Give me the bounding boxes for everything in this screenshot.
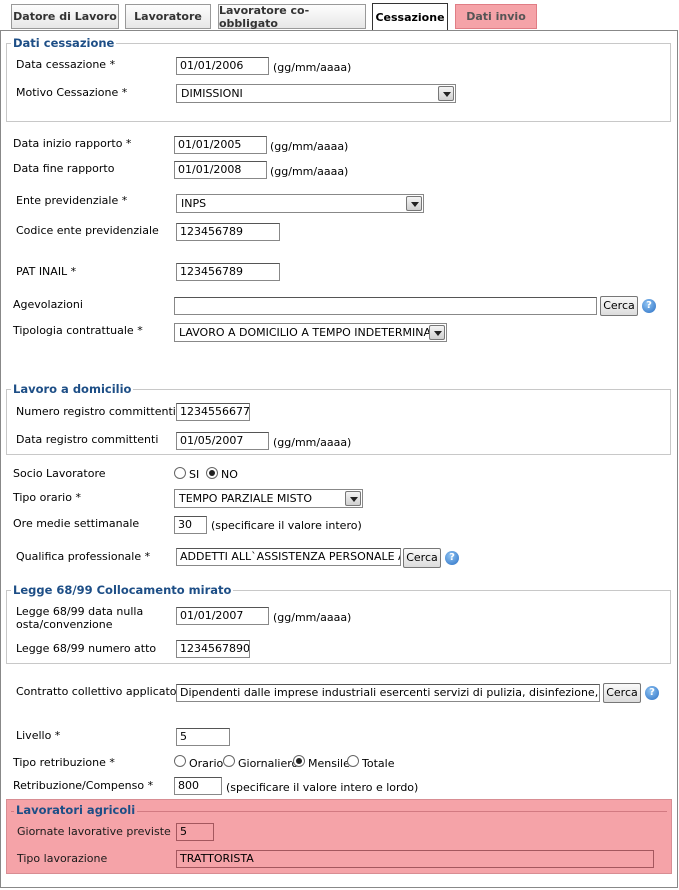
label-data-cessazione: Data cessazione * bbox=[16, 58, 116, 71]
legge-data-field[interactable]: 01/01/2007 bbox=[176, 607, 269, 625]
legge-numero-field[interactable]: 1234567890 bbox=[176, 640, 250, 658]
label-data-registro: Data registro committenti bbox=[16, 433, 159, 446]
label-data-inizio-rapporto: Data inizio rapporto * bbox=[13, 137, 132, 150]
label-tipologia-contrattuale: Tipologia contrattuale * bbox=[13, 324, 143, 337]
label-retribuzione-mensile: Mensile bbox=[308, 757, 350, 770]
label-livello: Livello * bbox=[16, 729, 61, 742]
hint-data-inizio: (gg/mm/aaaa) bbox=[270, 140, 349, 153]
ente-previdenziale-value: INPS bbox=[181, 197, 207, 210]
label-legge-numero: Legge 68/99 numero atto bbox=[16, 642, 157, 655]
label-contratto-collettivo: Contratto collettivo applicato * bbox=[16, 685, 186, 698]
codice-ente-field[interactable]: 123456789 bbox=[176, 223, 280, 241]
motivo-cessazione-value: DIMISSIONI bbox=[181, 87, 243, 100]
legend-dati-cessazione: Dati cessazione bbox=[11, 36, 117, 50]
help-icon[interactable]: ? bbox=[645, 686, 659, 700]
motivo-cessazione-select[interactable]: DIMISSIONI bbox=[176, 84, 456, 103]
tipo-lavorazione-field[interactable]: TRATTORISTA bbox=[176, 850, 654, 868]
label-retribuzione-totale: Totale bbox=[362, 757, 395, 770]
radio-socio-si[interactable] bbox=[174, 467, 186, 479]
data-inizio-rapporto-field[interactable]: 01/01/2005 bbox=[174, 136, 267, 154]
agevolazioni-field[interactable] bbox=[174, 297, 597, 315]
radio-retribuzione-orario[interactable] bbox=[174, 755, 186, 767]
label-socio-si: SI bbox=[189, 468, 200, 481]
livello-field[interactable]: 5 bbox=[176, 728, 230, 746]
legend-lavoratori-agricoli: Lavoratori agricoli bbox=[14, 803, 138, 817]
numero-registro-field[interactable]: 1234556677 bbox=[176, 403, 250, 421]
tab-datore-di-lavoro[interactable]: Datore di Lavoro bbox=[11, 4, 119, 29]
label-ore-medie: Ore medie settimanale bbox=[13, 517, 140, 530]
label-retribuzione-orario: Orario bbox=[189, 757, 224, 770]
data-fine-rapporto-field[interactable]: 01/01/2008 bbox=[174, 161, 267, 179]
label-data-fine-rapporto: Data fine rapporto bbox=[13, 162, 115, 175]
legend-legge-68-99: Legge 68/99 Collocamento mirato bbox=[11, 583, 234, 597]
label-numero-registro: Numero registro committenti bbox=[16, 405, 176, 418]
label-ente-previdenziale: Ente previdenziale * bbox=[16, 194, 128, 207]
label-legge-data-1: Legge 68/99 data nulla bbox=[16, 605, 144, 618]
cerca-contratto-button[interactable]: Cerca bbox=[603, 683, 641, 703]
label-retribuzione-giornaliero: Giornaliero bbox=[238, 757, 299, 770]
tab-lavoratore[interactable]: Lavoratore bbox=[125, 4, 211, 29]
tipo-orario-value: TEMPO PARZIALE MISTO bbox=[179, 492, 313, 505]
radio-socio-no[interactable] bbox=[206, 467, 218, 479]
contratto-collettivo-field[interactable]: Dipendenti dalle imprese industriali ese… bbox=[176, 684, 600, 702]
legend-lavoro-domicilio: Lavoro a domicilio bbox=[11, 382, 134, 396]
chevron-down-icon bbox=[429, 325, 445, 340]
hint-data-cessazione: (gg/mm/aaaa) bbox=[273, 61, 352, 74]
hint-legge-data: (gg/mm/aaaa) bbox=[273, 611, 352, 624]
label-motivo-cessazione: Motivo Cessazione * bbox=[16, 86, 128, 99]
tab-cessazione[interactable]: Cessazione bbox=[372, 3, 448, 31]
label-socio-lavoratore: Socio Lavoratore bbox=[13, 467, 106, 480]
retribuzione-compenso-field[interactable]: 800 bbox=[174, 777, 222, 795]
label-tipo-retribuzione: Tipo retribuzione * bbox=[13, 756, 115, 769]
fieldset-dati-cessazione bbox=[6, 43, 671, 122]
cerca-qualifica-button[interactable]: Cerca bbox=[403, 548, 441, 568]
tipologia-contrattuale-value: LAVORO A DOMICILIO A TEMPO INDETERMINATO bbox=[179, 326, 446, 339]
qualifica-professionale-field[interactable]: ADDETTI ALL`ASSISTENZA PERSONALE A DC bbox=[176, 548, 401, 566]
label-qualifica-professionale: Qualifica professionale * bbox=[16, 550, 151, 563]
hint-data-fine: (gg/mm/aaaa) bbox=[270, 165, 349, 178]
data-cessazione-field[interactable]: 01/01/2006 bbox=[176, 57, 269, 75]
data-registro-field[interactable]: 01/05/2007 bbox=[176, 432, 269, 450]
label-pat-inail: PAT INAIL * bbox=[16, 265, 77, 278]
tab-bar: Datore di Lavoro Lavoratore Lavoratore c… bbox=[0, 0, 679, 31]
tipo-orario-select[interactable]: TEMPO PARZIALE MISTO bbox=[174, 489, 363, 508]
label-retribuzione-compenso: Retribuzione/Compenso * bbox=[13, 779, 154, 792]
label-tipo-lavorazione: Tipo lavorazione bbox=[17, 852, 108, 865]
label-tipo-orario: Tipo orario * bbox=[13, 491, 81, 504]
pat-inail-field[interactable]: 123456789 bbox=[176, 263, 280, 281]
label-codice-ente: Codice ente previdenziale bbox=[16, 224, 159, 237]
cerca-agevolazioni-button[interactable]: Cerca bbox=[600, 296, 638, 316]
chevron-down-icon bbox=[438, 86, 454, 101]
giornate-lavorative-field[interactable]: 5 bbox=[176, 823, 214, 841]
chevron-down-icon bbox=[345, 491, 361, 506]
hint-data-registro: (gg/mm/aaaa) bbox=[273, 436, 352, 449]
radio-retribuzione-totale[interactable] bbox=[347, 755, 359, 767]
hint-ore-medie: (specificare il valore intero) bbox=[211, 519, 362, 532]
help-icon[interactable]: ? bbox=[445, 551, 459, 565]
label-legge-data-2: osta/convenzione bbox=[16, 618, 113, 631]
label-giornate-lavorative: Giornate lavorative previste bbox=[17, 825, 171, 838]
radio-retribuzione-giornaliero[interactable] bbox=[223, 755, 235, 767]
label-socio-no: NO bbox=[221, 468, 238, 481]
label-agevolazioni: Agevolazioni bbox=[13, 298, 83, 311]
ore-medie-field[interactable]: 30 bbox=[174, 516, 207, 534]
tipologia-contrattuale-select[interactable]: LAVORO A DOMICILIO A TEMPO INDETERMINATO bbox=[174, 323, 447, 342]
radio-retribuzione-mensile[interactable] bbox=[293, 755, 305, 767]
ente-previdenziale-select[interactable]: INPS bbox=[176, 194, 424, 213]
help-icon[interactable]: ? bbox=[642, 299, 656, 313]
hint-retribuzione-compenso: (specificare il valore intero e lordo) bbox=[226, 781, 419, 794]
tab-lavoratore-co-obbligato[interactable]: Lavoratore co-obbligato bbox=[218, 4, 366, 30]
chevron-down-icon bbox=[406, 196, 422, 211]
tab-dati-invio[interactable]: Dati invio bbox=[455, 4, 537, 29]
